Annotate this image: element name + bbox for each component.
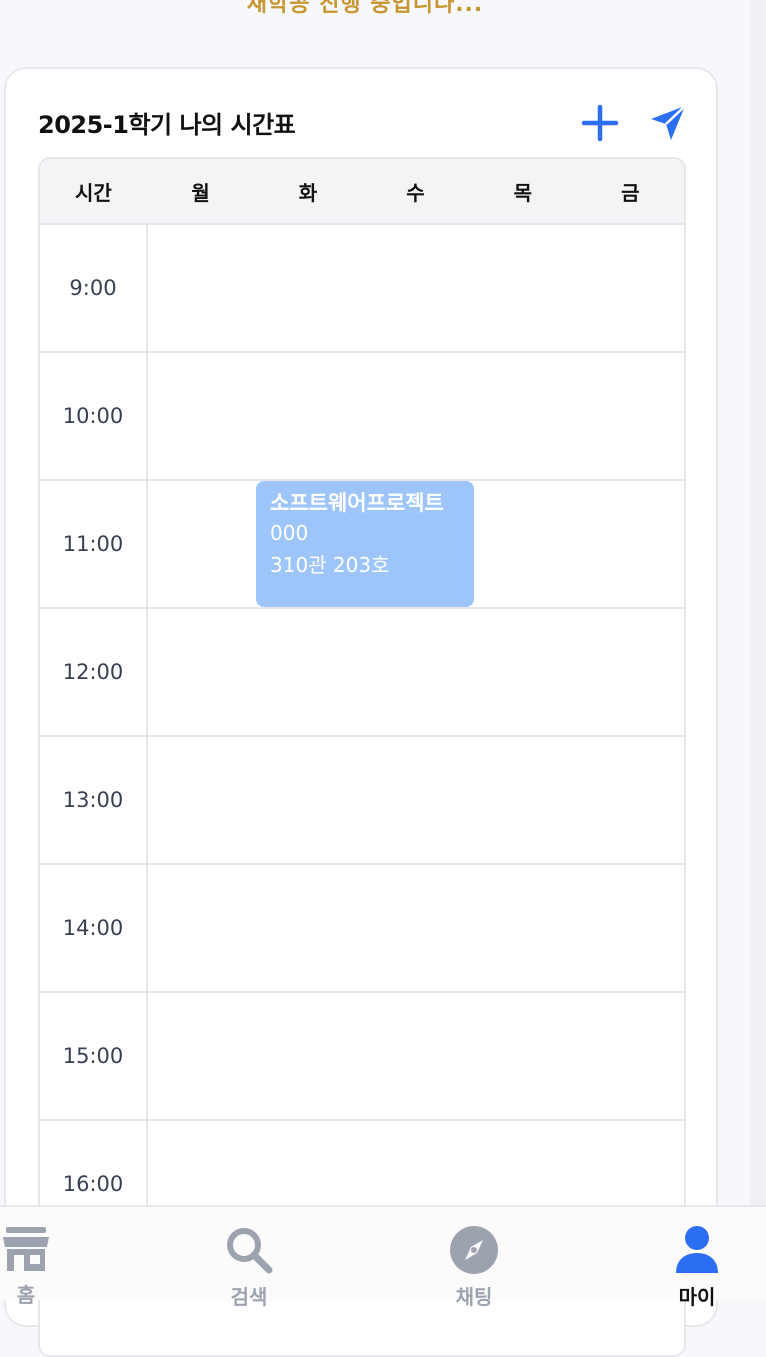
page-scrollbar[interactable] (750, 0, 766, 1298)
tab-my-label: 마이 (678, 1285, 716, 1309)
course-professor: 000 (270, 521, 309, 545)
tab-chat[interactable]: 채팅 (424, 1207, 524, 1309)
tab-my[interactable]: 마이 (647, 1207, 747, 1309)
timetable-header: 시간 월 화 수 목 금 (40, 159, 684, 225)
header-day-wed: 수 (406, 180, 425, 205)
time-label: 11:00 (40, 481, 146, 609)
loading-status-text: 새학공 진행 중입니다... (246, 0, 484, 17)
course-block[interactable]: 소프트웨어프로젝트 000 310관 203호 (256, 481, 474, 607)
send-icon (651, 105, 686, 140)
share-timetable-button[interactable] (646, 101, 690, 145)
time-label: 14:00 (40, 865, 146, 993)
compass-icon (450, 1226, 498, 1274)
schedule-area (148, 225, 684, 1249)
header-day-fri: 금 (621, 180, 640, 205)
timetable-grid: 시간 월 화 수 목 금 9:00 10:00 11:00 12:00 13:0… (38, 157, 686, 1357)
tab-search[interactable]: 검색 (199, 1207, 299, 1309)
schedule-row[interactable] (148, 993, 684, 1121)
time-label: 9:00 (40, 225, 146, 353)
person-icon (676, 1226, 718, 1273)
tab-chat-label: 채팅 (455, 1285, 493, 1309)
tab-home[interactable]: 홈 (0, 1207, 76, 1307)
timetable-card: 2025-1학기 나의 시간표 시간 월 화 수 목 금 9:00 10:00 … (4, 67, 718, 1357)
add-course-button[interactable] (578, 101, 622, 145)
tab-home-label: 홈 (16, 1283, 36, 1307)
schedule-row[interactable] (148, 225, 684, 353)
bottom-tab-bar: 홈 검색 채팅 마이 (0, 1205, 766, 1309)
header-day-mon: 월 (191, 180, 210, 205)
time-column: 9:00 10:00 11:00 12:00 13:00 14:00 15:00… (40, 225, 148, 1249)
timetable-title: 2025-1학기 나의 시간표 (38, 111, 296, 139)
plus-icon (581, 104, 619, 142)
header-day-thu: 목 (513, 180, 533, 205)
header-time: 시간 (75, 180, 112, 205)
course-room: 310관 203호 (270, 553, 390, 577)
schedule-row[interactable] (148, 353, 684, 481)
header-day-tue: 화 (298, 180, 318, 205)
tab-search-label: 검색 (230, 1285, 268, 1309)
schedule-row[interactable] (148, 737, 684, 865)
time-label: 12:00 (40, 609, 146, 737)
time-label: 10:00 (40, 353, 146, 481)
schedule-row[interactable] (148, 865, 684, 993)
course-name: 소프트웨어프로젝트 (270, 491, 444, 515)
store-icon (3, 1227, 49, 1271)
time-label: 15:00 (40, 993, 146, 1121)
schedule-row[interactable] (148, 609, 684, 737)
time-label: 13:00 (40, 737, 146, 865)
search-icon (227, 1228, 273, 1274)
